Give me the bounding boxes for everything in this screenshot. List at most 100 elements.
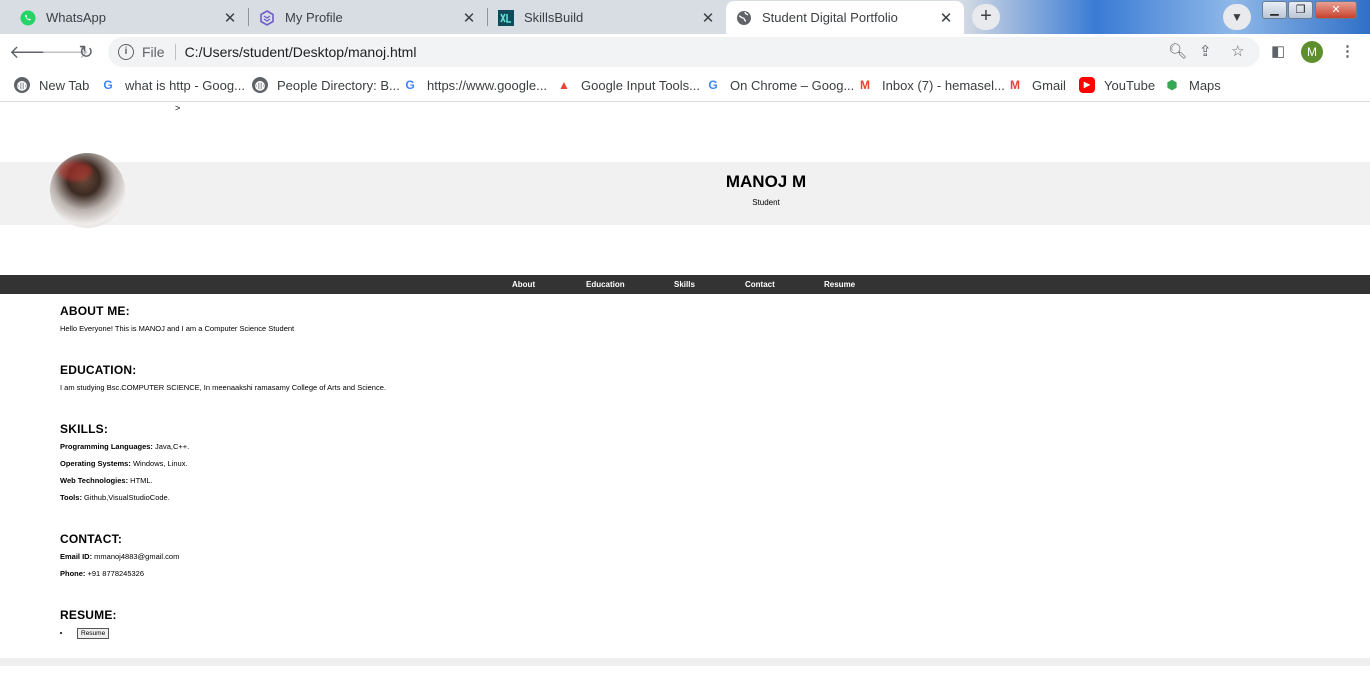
skill-item: Tools: Github,VisualStudioCode. — [60, 489, 189, 506]
bookmark-people-directory[interactable]: ◍ People Directory: B... — [252, 77, 400, 93]
list-item: Resume — [60, 628, 117, 639]
zoom-icon[interactable]: 🔍︎ — [1168, 42, 1187, 60]
section-heading: CONTACT: — [60, 532, 123, 546]
nav-education[interactable]: Education — [586, 280, 625, 289]
tab-skillsbuild[interactable]: SkillsBuild ✕ — [488, 1, 726, 34]
section-heading: RESUME: — [60, 608, 117, 622]
bookmark-label: Maps — [1189, 77, 1221, 93]
input-tools-icon: ▲ — [558, 78, 570, 92]
skill-item: Programming Languages: Java,C++. — [60, 438, 189, 455]
bookmark-inbox[interactable]: M Inbox (7) - hemasel... — [857, 77, 1005, 93]
reload-button[interactable]: ↻ — [74, 41, 98, 65]
share-icon[interactable]: ⇪ — [1199, 42, 1212, 60]
nav-about[interactable]: About — [512, 280, 535, 289]
whatsapp-icon — [20, 10, 36, 25]
star-icon[interactable]: ☆ — [1231, 42, 1244, 60]
forward-button[interactable]: 🡒 — [41, 41, 89, 65]
minimize-button[interactable]: ▁ — [1262, 1, 1287, 19]
maps-icon: ⬢ — [1166, 78, 1178, 92]
nav-resume[interactable]: Resume — [824, 280, 855, 289]
profile-icon — [260, 9, 274, 26]
contact-item: Phone: +91 8778245326 — [60, 565, 179, 582]
profile-name: MANOJ M — [725, 172, 807, 191]
bookmark-youtube[interactable]: ▶ YouTube — [1079, 77, 1155, 93]
bookmark-maps[interactable]: ⬢ Maps — [1164, 77, 1221, 93]
close-icon[interactable]: ✕ — [938, 9, 954, 27]
skill-value: Windows, Linux. — [130, 459, 188, 468]
resume-section: RESUME: Resume — [60, 608, 117, 639]
new-tab-button[interactable]: + — [972, 4, 1000, 30]
tab-title: My Profile — [285, 10, 343, 25]
maximize-button[interactable]: ❐ — [1288, 1, 1313, 19]
address-bar[interactable]: i File C:/Users/student/Desktop/manoj.ht… — [108, 37, 1260, 67]
close-icon[interactable]: ✕ — [700, 9, 716, 27]
menu-icon[interactable]: ⋮ — [1340, 42, 1355, 60]
bookmark-what-is-http[interactable]: Gwhat is http - Goog... — [100, 77, 245, 93]
bookmark-label: People Directory: B... — [277, 77, 400, 93]
back-button[interactable]: 🡐 — [9, 41, 57, 65]
skill-label: Tools: — [60, 493, 82, 502]
education-text: I am studying Bsc.COMPUTER SCIENCE, In m… — [60, 383, 386, 392]
tab-my-profile[interactable]: My Profile ✕ — [249, 1, 487, 34]
gmail-icon: M — [1010, 78, 1020, 92]
bookmark-label: Google Input Tools... — [581, 77, 701, 93]
bookmark-google-url[interactable]: Ghttps://www.google... — [402, 77, 547, 93]
tab-whatsapp[interactable]: WhatsApp ✕ — [10, 1, 248, 34]
resume-list: Resume — [60, 628, 117, 639]
close-icon[interactable]: ✕ — [461, 9, 477, 27]
window-close-button[interactable]: ✕ — [1315, 1, 1357, 19]
skill-label: Operating Systems: — [60, 459, 131, 468]
side-panel-icon[interactable]: ◧ — [1271, 42, 1285, 60]
contact-label: Email ID: — [60, 552, 93, 561]
globe-icon: ◍ — [14, 77, 30, 93]
bookmark-on-chrome[interactable]: G On Chrome – Goog... — [705, 77, 854, 93]
footer — [0, 658, 1370, 666]
bookmarks-bar: ◍ New Tab Gwhat is http - Goog... ◍ People… — [0, 70, 1370, 102]
section-navbar: About Education Skills Contact Resume — [0, 275, 1370, 294]
bookmark-label: On Chrome – Goog... — [730, 77, 855, 93]
nav-skills[interactable]: Skills — [674, 280, 695, 289]
google-icon: G — [405, 78, 415, 92]
bookmark-label: New Tab — [39, 77, 90, 93]
about-section: ABOUT ME: Hello Everyone! This is MANOJ … — [60, 304, 294, 337]
skill-value: Github,VisualStudioCode. — [81, 493, 170, 502]
url-text[interactable]: C:/Users/student/Desktop/manoj.html — [185, 44, 417, 60]
bookmark-label: https://www.google... — [427, 77, 547, 93]
bookmark-label: Inbox (7) - hemasel... — [882, 77, 1005, 93]
close-icon[interactable]: ✕ — [222, 9, 238, 27]
gmail-icon: M — [860, 78, 870, 92]
url-scheme: File — [142, 44, 165, 60]
tab-student-portfolio[interactable]: Student Digital Portfolio ✕ — [726, 1, 964, 34]
browser-toolbar: 🡐 🡒 ↻ i File C:/Users/student/Desktop/ma… — [0, 34, 1370, 70]
about-text: Hello Everyone! This is MANOJ and I am a… — [60, 324, 295, 333]
portfolio-page: > MANOJ M Student About Education Skills… — [0, 103, 1370, 674]
site-info-icon[interactable]: i — [118, 44, 134, 60]
profile-avatar[interactable]: M — [1301, 41, 1323, 63]
bookmark-gmail[interactable]: M Gmail — [1007, 77, 1066, 93]
tab-search-button[interactable]: ▼ — [1223, 4, 1251, 30]
google-icon: G — [708, 78, 718, 92]
contact-value: mmanoj4883@gmail.com — [92, 552, 180, 561]
skills-section: SKILLS: Programming Languages: Java,C++.… — [60, 422, 189, 506]
nav-contact[interactable]: Contact — [745, 280, 775, 289]
address-separator — [174, 44, 176, 60]
section-heading: SKILLS: — [60, 422, 109, 436]
contact-item: Email ID: mmanoj4883@gmail.com — [60, 548, 179, 565]
bookmark-google-input-tools[interactable]: ▲ Google Input Tools... — [556, 77, 700, 93]
bookmark-label: Gmail — [1032, 77, 1066, 93]
bookmark-label: what is http - Goog... — [125, 77, 245, 93]
skill-item: Operating Systems: Windows, Linux. — [60, 455, 189, 472]
skill-value: Java,C++. — [152, 442, 190, 451]
bookmark-label: YouTube — [1104, 77, 1156, 93]
tab-title: SkillsBuild — [524, 10, 584, 25]
skill-label: Programming Languages: — [60, 442, 153, 451]
bookmark-new-tab[interactable]: ◍ New Tab — [14, 77, 89, 93]
education-section: EDUCATION: I am studying Bsc.COMPUTER SC… — [60, 363, 386, 396]
stray-caret: > — [175, 103, 181, 113]
resume-button[interactable]: Resume — [77, 628, 110, 639]
tab-strip: WhatsApp ✕ My Profile ✕ SkillsBuild ✕ St… — [0, 0, 1370, 34]
tab-title: Student Digital Portfolio — [762, 10, 898, 25]
section-heading: EDUCATION: — [60, 363, 137, 377]
skill-item: Web Technologies: HTML. — [60, 472, 189, 489]
skill-label: Web Technologies: — [60, 476, 129, 485]
